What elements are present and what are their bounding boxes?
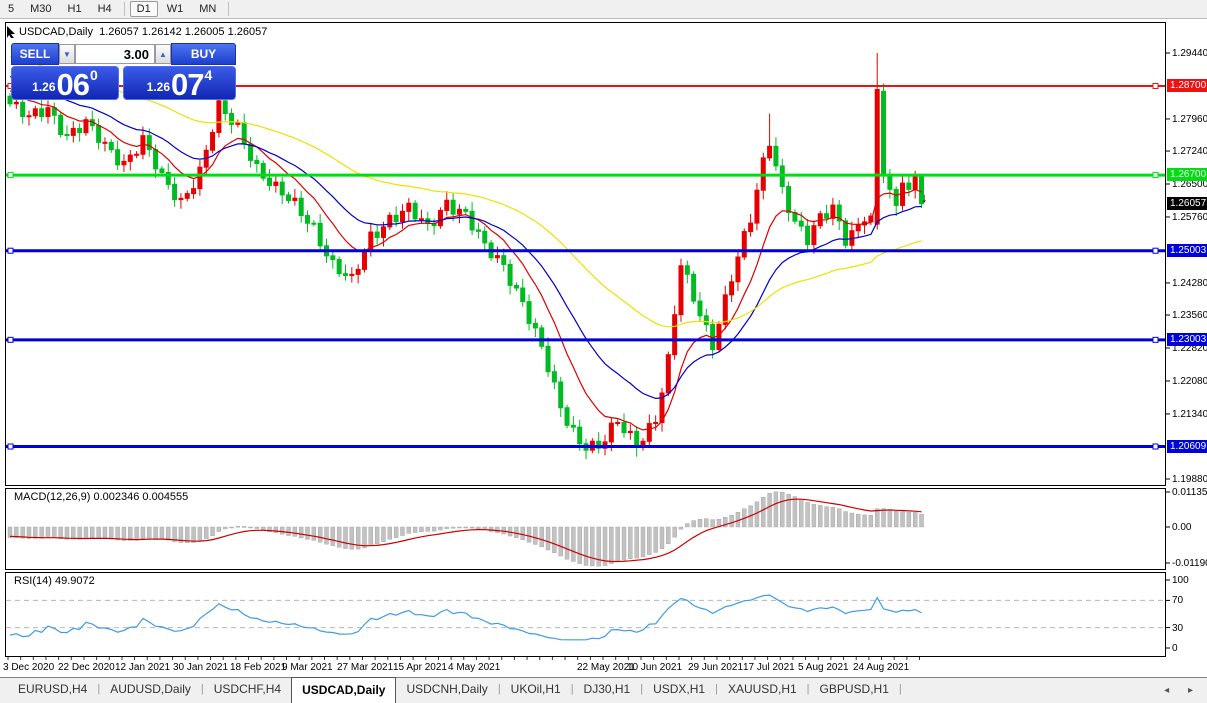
sell-price-button[interactable]: 1.26 06 0 bbox=[11, 66, 119, 100]
macd-tick-label: -0.011904 bbox=[1172, 558, 1207, 569]
macd-indicator-label: MACD(12,26,9) 0.002346 0.004555 bbox=[14, 491, 188, 503]
date-tick-label: 5 Aug 2021 bbox=[798, 662, 849, 673]
chart-title: USDCAD,Daily 1.26057 1.26142 1.26005 1.2… bbox=[19, 26, 267, 38]
chart-tab-usdchf[interactable]: USDCHF,H4 bbox=[204, 678, 291, 703]
date-tick-label: 4 May 2021 bbox=[448, 662, 500, 673]
rsi-line bbox=[10, 595, 922, 640]
buy-price-prefix: 1.26 bbox=[147, 80, 170, 94]
price-tick-label: 1.24280 bbox=[1172, 278, 1207, 289]
rsi-tick-label: 70 bbox=[1172, 595, 1183, 606]
chart-tab-dj30[interactable]: DJ30,H1 bbox=[574, 678, 641, 703]
date-tick-label: 30 Jan 2021 bbox=[173, 662, 228, 673]
chart-tab-usdcnh[interactable]: USDCNH,Daily bbox=[396, 678, 497, 703]
price-tick-label: 1.27960 bbox=[1172, 114, 1207, 125]
date-tick-label: 9 Mar 2021 bbox=[282, 662, 333, 673]
buy-price-big: 07 bbox=[171, 71, 203, 98]
chart-canvas[interactable] bbox=[0, 0, 1207, 703]
macd-tick-label: 0.01135 bbox=[1172, 487, 1207, 498]
chart-tab-usdx[interactable]: USDX,H1 bbox=[643, 678, 715, 703]
price-tick-label: 1.22080 bbox=[1172, 376, 1207, 387]
mt4-window: 5M30H1H4D1W1MN USDCAD,Daily 1.26057 1.26… bbox=[0, 0, 1207, 703]
price-tick-label: 1.27240 bbox=[1172, 146, 1207, 157]
rsi-tick-label: 30 bbox=[1172, 623, 1183, 634]
tab-scroll-arrows[interactable]: ◂ ▸ bbox=[1164, 685, 1201, 696]
ohlc-close: 1.26057 bbox=[228, 26, 268, 38]
mouse-cursor-icon: ↓ bbox=[921, 190, 928, 205]
buy-button[interactable]: BUY bbox=[171, 43, 236, 65]
sell-price-prefix: 1.26 bbox=[32, 80, 55, 94]
price-level-badge: 1.26700 bbox=[1167, 168, 1207, 181]
price-level-badge: 1.23003 bbox=[1167, 333, 1207, 346]
rsi-tick-label: 100 bbox=[1172, 575, 1189, 586]
one-click-trading-widget: SELL ▼ 3.00 ▲ BUY 1.26 06 0 1.26 07 4 bbox=[11, 43, 236, 100]
price-tick-label: 1.21340 bbox=[1172, 409, 1207, 420]
volume-decrease-button[interactable]: ▼ bbox=[59, 44, 75, 64]
date-tick-label: 18 Feb 2021 bbox=[230, 662, 286, 673]
rsi-indicator-label: RSI(14) 49.9072 bbox=[14, 575, 95, 587]
ohlc-low: 1.26005 bbox=[185, 26, 225, 38]
date-tick-label: 24 Aug 2021 bbox=[853, 662, 909, 673]
rsi-tick-label: 0 bbox=[1172, 643, 1178, 654]
volume-input[interactable]: 3.00 bbox=[75, 44, 155, 64]
price-tick-label: 1.23560 bbox=[1172, 310, 1207, 321]
price-tick-label: 1.25760 bbox=[1172, 212, 1207, 223]
buy-price-button[interactable]: 1.26 07 4 bbox=[123, 66, 236, 100]
chart-tab-audusd[interactable]: AUDUSD,Daily bbox=[100, 678, 201, 703]
date-tick-label: 22 Dec 2020 bbox=[58, 662, 115, 673]
sell-button[interactable]: SELL bbox=[11, 43, 59, 65]
sell-price-pip: 0 bbox=[90, 67, 98, 83]
ma-line-22 bbox=[10, 77, 922, 399]
date-tick-label: 15 Apr 2021 bbox=[393, 662, 447, 673]
price-tick-label: 1.29440 bbox=[1172, 48, 1207, 59]
chart-tab-bar: EURUSD,H4|AUDUSD,Daily|USDCHF,H4USDCAD,D… bbox=[0, 677, 1207, 703]
macd-tick-label: 0.00 bbox=[1172, 522, 1191, 533]
date-tick-label: 27 Mar 2021 bbox=[337, 662, 393, 673]
buy-price-pip: 4 bbox=[205, 67, 213, 83]
ohlc-open: 1.26057 bbox=[99, 26, 139, 38]
price-level-badge: 1.20609 bbox=[1167, 440, 1207, 453]
chart-tab-eurusd[interactable]: EURUSD,H4 bbox=[8, 678, 97, 703]
date-tick-label: 3 Dec 2020 bbox=[3, 662, 54, 673]
price-level-badge: 1.28700 bbox=[1167, 79, 1207, 92]
date-tick-label: 12 Jan 2021 bbox=[115, 662, 170, 673]
price-tick-label: 1.19880 bbox=[1172, 474, 1207, 485]
macd-signal-line bbox=[10, 499, 922, 561]
date-tick-label: 10 Jun 2021 bbox=[627, 662, 682, 673]
chart-symbol: USDCAD,Daily bbox=[19, 26, 93, 38]
price-level-badge: 1.26057 bbox=[1167, 197, 1207, 210]
chart-tab-usdcad[interactable]: USDCAD,Daily bbox=[291, 677, 396, 703]
ohlc-high: 1.26142 bbox=[142, 26, 182, 38]
chart-tab-gbpusd[interactable]: GBPUSD,H1 bbox=[810, 678, 899, 703]
date-tick-label: 17 Jul 2021 bbox=[743, 662, 795, 673]
rsi-layer bbox=[6, 595, 1165, 640]
sell-price-big: 06 bbox=[57, 71, 89, 98]
tab-separator: | bbox=[899, 678, 902, 703]
chart-tab-ukoil[interactable]: UKOil,H1 bbox=[501, 678, 571, 703]
candles-layer bbox=[8, 53, 924, 459]
chart-tab-xauusd[interactable]: XAUUSD,H1 bbox=[718, 678, 807, 703]
price-level-badge: 1.25003 bbox=[1167, 244, 1207, 257]
volume-increase-button[interactable]: ▲ bbox=[155, 44, 171, 64]
date-tick-label: 29 Jun 2021 bbox=[688, 662, 743, 673]
chart-arrow-icon bbox=[6, 25, 19, 39]
